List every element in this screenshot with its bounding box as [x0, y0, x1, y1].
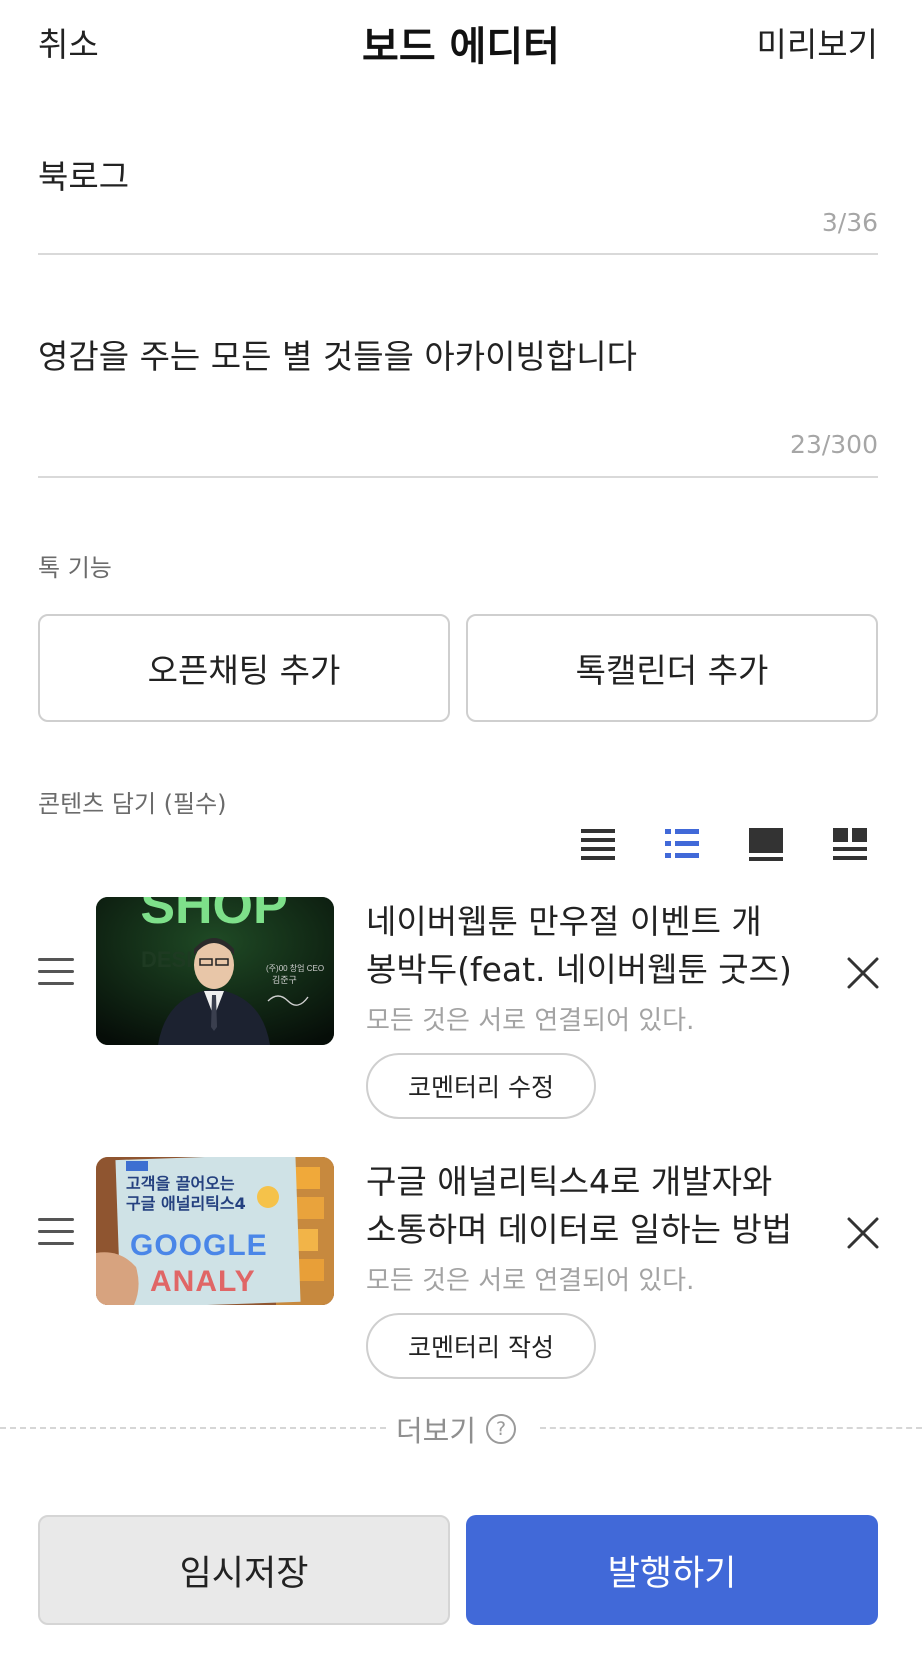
- grid-icon[interactable]: [832, 826, 868, 862]
- board-name-divider: [38, 253, 878, 255]
- board-description-input[interactable]: 영감을 주는 모든 별 것들을 아카이빙합니다: [38, 330, 637, 378]
- more-divider-left: [0, 1427, 386, 1429]
- board-description-char-count: 23/300: [790, 430, 878, 459]
- thumbnail-caption-name: 김준구: [272, 974, 297, 985]
- add-talk-calendar-button[interactable]: 톡캘린더 추가: [466, 614, 878, 722]
- publish-button[interactable]: 발행하기: [466, 1515, 878, 1625]
- list-icon[interactable]: [580, 826, 616, 862]
- remove-item-close-icon[interactable]: [846, 1216, 880, 1250]
- write-commentary-button[interactable]: 코멘터리 작성: [366, 1313, 596, 1379]
- card-icon[interactable]: [748, 826, 784, 862]
- thumbnail-book-subtitle: 고객을 끌어오는: [126, 1174, 235, 1193]
- content-section-label: 콘텐츠 담기 (필수): [38, 790, 227, 818]
- board-name-char-count: 3/36: [821, 208, 878, 237]
- drag-handle-icon[interactable]: [38, 958, 74, 988]
- item-title[interactable]: 구글 애널리틱스4로 개발자와 소통하며 데이터로 일하는 방법: [366, 1158, 796, 1254]
- help-icon[interactable]: ?: [486, 1414, 517, 1444]
- save-draft-button[interactable]: 임시저장: [38, 1515, 450, 1625]
- thumbnail-google-text: GOOGLE: [130, 1229, 268, 1262]
- more-divider-right: [540, 1427, 922, 1429]
- item-thumbnail: SHOP DESI (주)00 창업 CEO 김준구: [96, 897, 334, 1045]
- edit-commentary-button[interactable]: 코멘터리 수정: [366, 1053, 596, 1119]
- item-thumbnail: 고객을 끌어오는 구글 애널리틱스4 GOOGLE ANALY: [96, 1157, 334, 1305]
- add-open-chat-button[interactable]: 오픈채팅 추가: [38, 614, 450, 722]
- board-description-divider: [38, 476, 878, 478]
- svg-text:DESI: DESI: [141, 947, 192, 972]
- item-subtitle: 모든 것은 서로 연결되어 있다.: [366, 1006, 695, 1036]
- drag-handle-icon[interactable]: [38, 1218, 74, 1248]
- more-label: 더보기: [396, 1414, 477, 1448]
- talk-section-label: 톡 기능: [38, 554, 112, 582]
- bulleted-list-icon[interactable]: [664, 826, 700, 862]
- board-name-input[interactable]: 북로그: [38, 150, 129, 198]
- preview-button[interactable]: 미리보기: [757, 18, 878, 66]
- remove-item-close-icon[interactable]: [846, 956, 880, 990]
- more-button[interactable]: 더보기 ?: [396, 1408, 517, 1450]
- thumbnail-book-title: 구글 애널리틱스4: [126, 1194, 246, 1213]
- item-title[interactable]: 네이버웹툰 만우절 이벤트 개 봉박두(feat. 네이버웹툰 굿즈): [366, 898, 796, 994]
- thumbnail-analy-text: ANALY: [150, 1265, 256, 1298]
- thumbnail-caption: (주)00 창업 CEO: [266, 964, 324, 973]
- item-subtitle: 모든 것은 서로 연결되어 있다.: [366, 1266, 695, 1296]
- thumbnail-shop-text: SHOP: [140, 897, 287, 935]
